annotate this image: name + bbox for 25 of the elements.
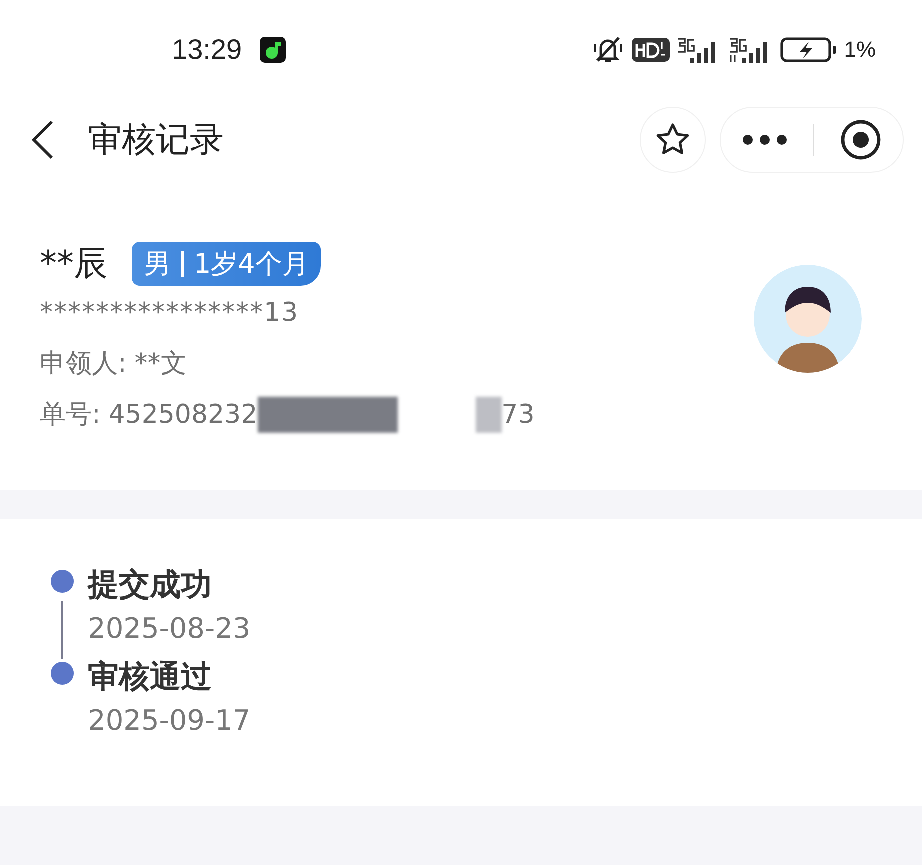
hd-icon bbox=[632, 36, 670, 64]
target-icon bbox=[840, 119, 882, 161]
applicant-name: **文 bbox=[134, 348, 187, 381]
close-mini-program-button[interactable] bbox=[840, 119, 882, 161]
step-title: 审核通过 bbox=[88, 659, 213, 695]
order-number-label: 单号: bbox=[40, 399, 101, 432]
redaction-mark bbox=[476, 397, 502, 433]
order-number-end: 73 bbox=[502, 399, 535, 432]
back-icon[interactable] bbox=[30, 119, 56, 161]
charging-battery-icon bbox=[780, 37, 838, 63]
step-date: 2025-09-17 bbox=[88, 703, 251, 739]
age-text: 1岁4个月 bbox=[194, 248, 310, 282]
more-button[interactable] bbox=[742, 134, 788, 146]
app-notification-icon bbox=[260, 37, 286, 63]
page-title: 审核记录 bbox=[88, 119, 224, 162]
step-date: 2025-08-23 bbox=[88, 611, 251, 647]
more-icon bbox=[742, 134, 788, 146]
battery-percentage: 1% bbox=[844, 37, 876, 63]
masked-id-number: ****************13 bbox=[40, 297, 300, 330]
step-title: 提交成功 bbox=[88, 567, 213, 603]
gender-text: 男 bbox=[144, 248, 171, 282]
applicant-label: 申领人: bbox=[40, 348, 127, 381]
order-number-start: 452508232 bbox=[108, 399, 258, 432]
child-name: **辰 bbox=[40, 243, 108, 286]
status-time: 13:29 bbox=[172, 34, 242, 66]
